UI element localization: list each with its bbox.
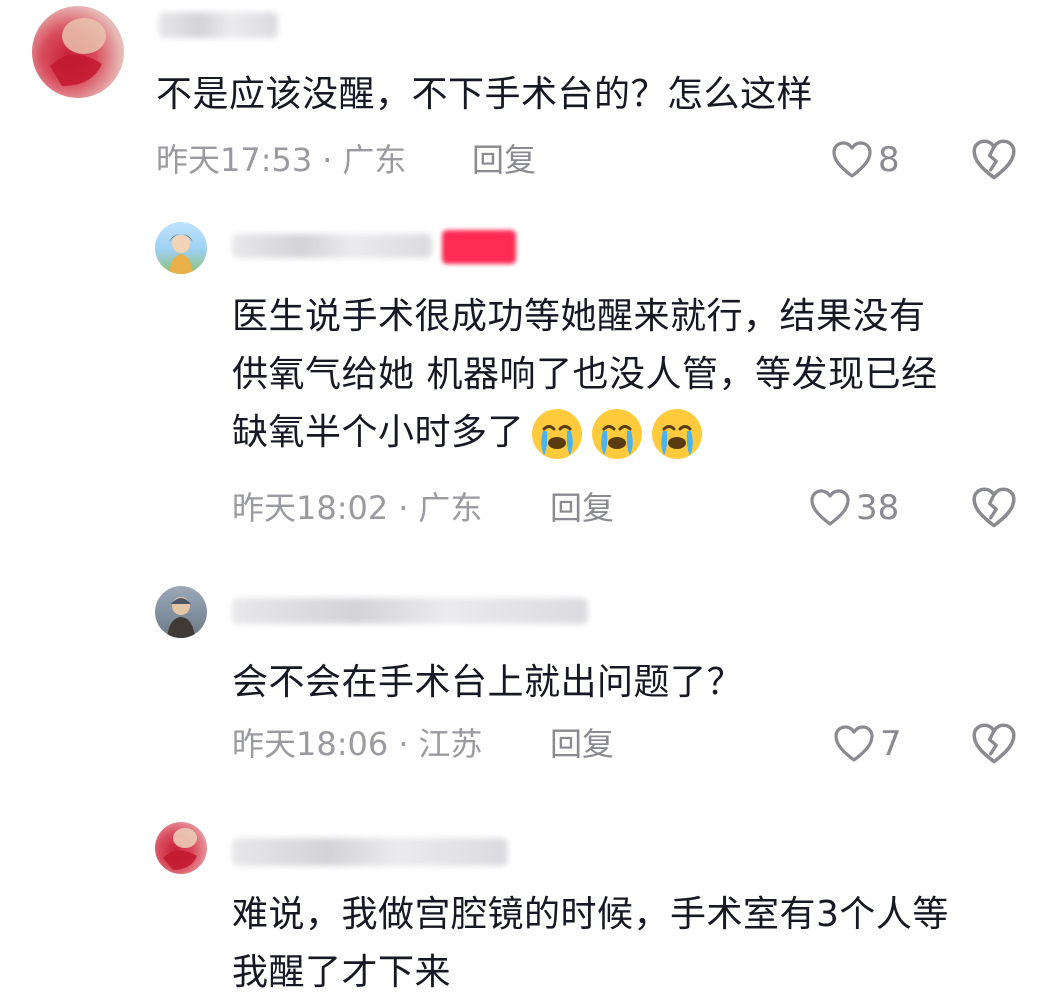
separator-dot: · xyxy=(398,725,409,763)
heart-icon xyxy=(810,489,850,526)
broken-heart-icon xyxy=(972,487,1016,528)
broken-heart-icon xyxy=(972,723,1016,764)
reply-button[interactable]: 回复 xyxy=(550,488,614,528)
avatar[interactable] xyxy=(155,822,207,874)
username-blurred[interactable] xyxy=(158,12,278,38)
like-button[interactable]: 38 xyxy=(810,486,899,530)
dislike-button[interactable] xyxy=(972,487,1016,531)
like-count: 38 xyxy=(856,488,900,528)
crying-face-icon xyxy=(532,409,583,459)
author-badge xyxy=(442,230,516,264)
heart-icon xyxy=(832,141,872,178)
reply-button[interactable]: 回复 xyxy=(550,724,614,764)
comment-text-line: 医生说手术很成功等她醒来就行，结果没有 xyxy=(232,296,926,337)
location: 江苏 xyxy=(418,725,483,763)
comment-text-line: 难说，我做宫腔镜的时候，手术室有3个人等 xyxy=(232,894,949,935)
comment-meta: 昨天18:02 · 广东 xyxy=(232,488,482,528)
timestamp: 昨天17:53 xyxy=(156,141,313,179)
comment-meta: 昨天18:06 · 江苏 xyxy=(232,724,482,764)
like-count: 8 xyxy=(878,140,900,180)
avatar[interactable] xyxy=(155,222,207,274)
timestamp: 昨天18:02 xyxy=(232,489,389,527)
like-button[interactable]: 7 xyxy=(834,722,902,766)
dislike-button[interactable] xyxy=(972,139,1016,183)
dislike-button[interactable] xyxy=(972,723,1016,767)
comment-text-line: 不是应该没醒，不下手术台的？怎么这样 xyxy=(156,74,814,115)
avatar-image xyxy=(169,234,193,274)
avatar[interactable] xyxy=(155,586,207,638)
comment-text-line: 缺氧半个小时多了 xyxy=(232,404,937,462)
avatar-image xyxy=(163,828,197,870)
like-button[interactable]: 8 xyxy=(832,138,900,182)
like-count: 7 xyxy=(880,724,902,764)
comment-text-line: 会不会在手术台上就出问题了？ xyxy=(232,662,744,703)
separator-dot: · xyxy=(398,489,409,527)
comment-text: 医生说手术很成功等她醒来就行，结果没有 供氧气给她 机器响了也没人管，等发现已经… xyxy=(232,288,937,462)
avatar-image xyxy=(50,18,106,86)
heart-icon xyxy=(834,725,874,762)
username-blurred[interactable] xyxy=(232,598,588,624)
crying-face-icon xyxy=(592,409,643,459)
location: 广东 xyxy=(342,141,407,179)
comment-meta: 昨天17:53 · 广东 xyxy=(156,140,406,180)
comment-text-line: 我醒了才下来 xyxy=(232,952,452,993)
comment-text: 会不会在手术台上就出问题了？ xyxy=(232,654,743,712)
location: 广东 xyxy=(418,489,483,527)
broken-heart-icon xyxy=(972,139,1016,180)
username-blurred[interactable] xyxy=(232,234,432,258)
comment-text-line: 供氧气给她 机器响了也没人管，等发现已经 xyxy=(232,354,938,395)
avatar-image xyxy=(167,597,195,638)
username-blurred[interactable] xyxy=(232,838,508,866)
crying-face-icon xyxy=(652,409,703,459)
comment-text: 难说，我做宫腔镜的时候，手术室有3个人等 我醒了才下来 xyxy=(232,886,949,1002)
comment-text: 不是应该没醒，不下手术台的？怎么这样 xyxy=(156,66,813,124)
separator-dot: · xyxy=(322,141,333,179)
avatar[interactable] xyxy=(32,6,124,98)
reply-button[interactable]: 回复 xyxy=(472,140,536,180)
timestamp: 昨天18:06 xyxy=(232,725,389,763)
